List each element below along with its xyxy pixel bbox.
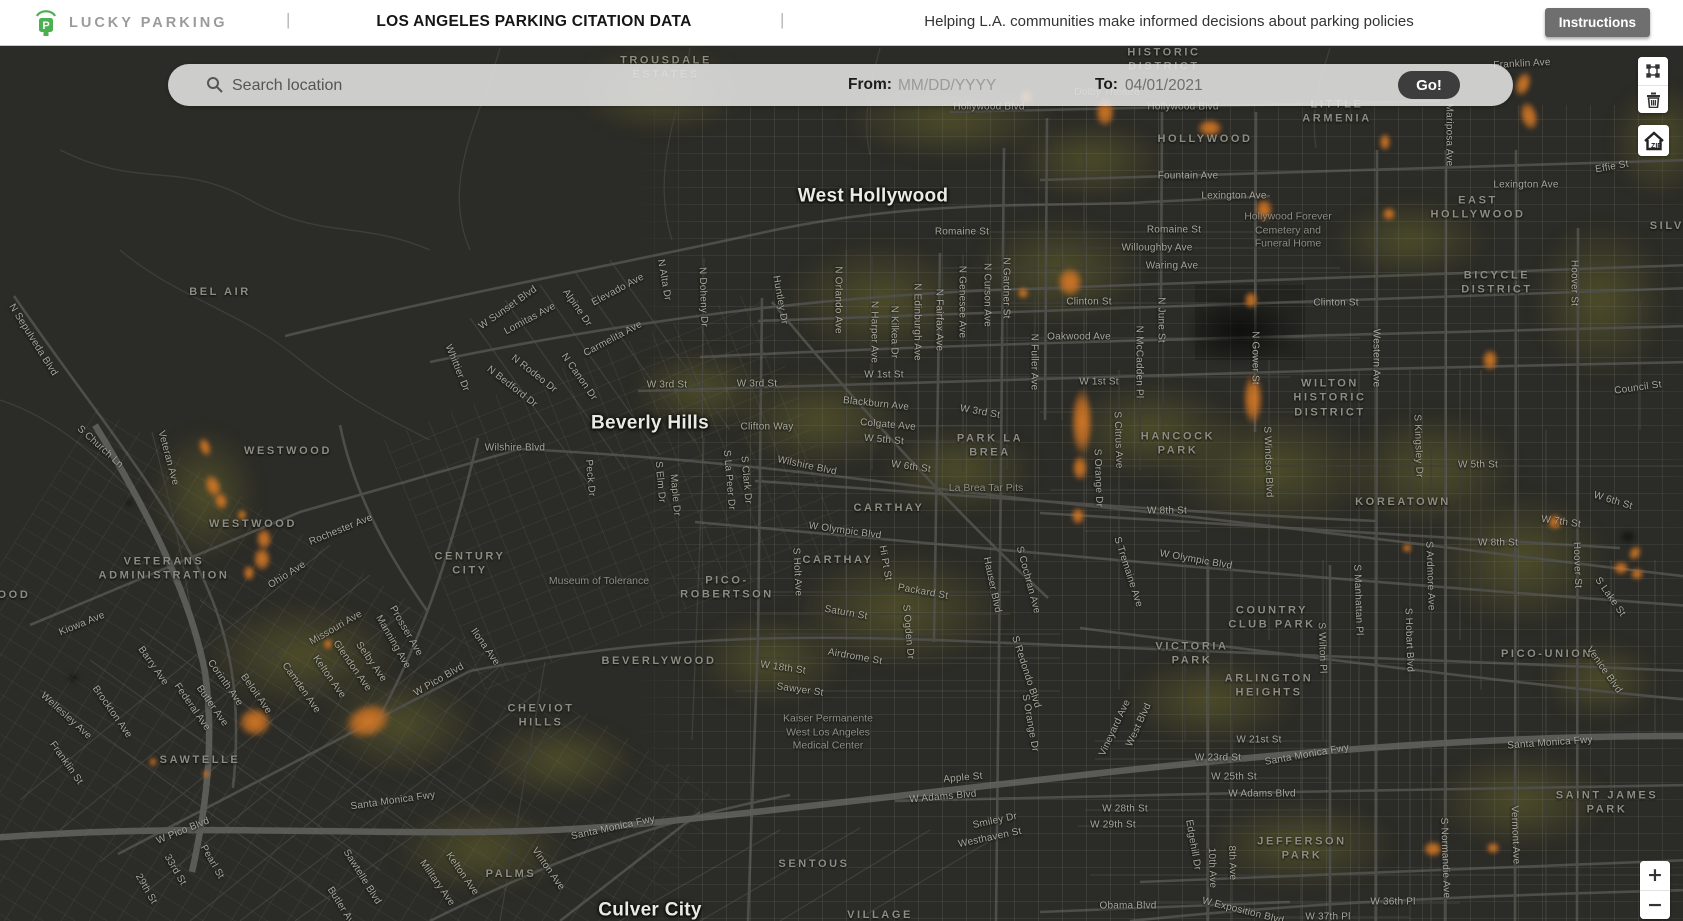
polygon-draw-button[interactable] xyxy=(1638,57,1668,85)
brand: P LUCKY PARKING xyxy=(33,7,228,38)
go-button[interactable]: Go! xyxy=(1398,71,1460,99)
tagline: Helping L.A. communities make informed d… xyxy=(924,13,1413,30)
map-canvas[interactable]: West HollywoodBeverly HillsCulver CityTR… xyxy=(0,45,1683,921)
from-date-input[interactable] xyxy=(896,71,1010,101)
zoom-in-button[interactable]: + xyxy=(1640,861,1670,890)
app-header: P LUCKY PARKING | LOS ANGELES PARKING CI… xyxy=(0,0,1683,46)
svg-text:P: P xyxy=(42,20,49,32)
draw-controls xyxy=(1638,57,1668,113)
cemetery-area xyxy=(1195,285,1305,360)
from-label: From: xyxy=(848,76,892,94)
trash-icon xyxy=(1646,92,1661,108)
trash-button[interactable] xyxy=(1638,85,1668,113)
page-title: LOS ANGELES PARKING CITATION DATA xyxy=(376,13,691,31)
search-input[interactable] xyxy=(230,70,754,102)
search-icon xyxy=(206,76,223,93)
to-date-input[interactable] xyxy=(1123,71,1237,101)
polygon-draw-icon xyxy=(1645,63,1661,79)
brand-name: LUCKY PARKING xyxy=(69,15,228,31)
header-divider: | xyxy=(286,10,290,30)
instructions-button[interactable]: Instructions xyxy=(1545,8,1650,37)
road-network xyxy=(0,45,1683,921)
zip-home-button[interactable]: ZIP xyxy=(1638,125,1669,156)
search-toolbar: From: To: Go! xyxy=(168,64,1513,106)
parking-meter-icon: P xyxy=(33,7,59,38)
zip-control: ZIP xyxy=(1638,125,1669,156)
zip-label: ZIP xyxy=(1651,143,1662,150)
major-roads xyxy=(14,101,1683,921)
zoom-controls: + − xyxy=(1640,861,1670,919)
to-label: To: xyxy=(1095,76,1118,94)
header-divider: | xyxy=(780,10,784,30)
zoom-out-button[interactable]: − xyxy=(1640,890,1670,919)
home-zip-icon: ZIP xyxy=(1642,129,1666,153)
